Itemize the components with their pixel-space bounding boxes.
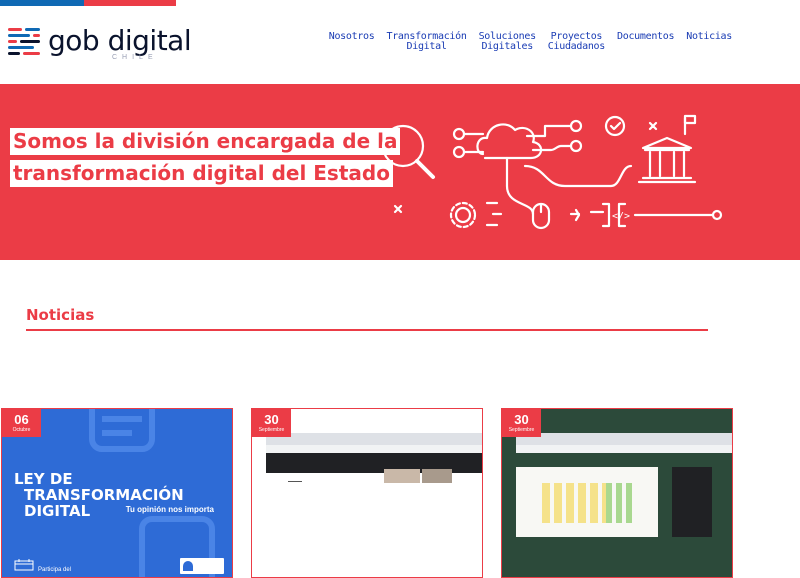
logo-icon <box>8 26 40 56</box>
news-image-footer: Participa del <box>38 567 72 573</box>
digital-transformation-illustration: </> <box>381 114 723 230</box>
hero-line-2: transformación digital del Estado <box>10 160 393 187</box>
site-header: gob digital CHILE Nosotros Transformació… <box>0 6 800 84</box>
date-badge: 30 Septiembre <box>502 409 541 437</box>
nav-noticias[interactable]: Noticias <box>686 32 732 42</box>
news-card-3[interactable]: 30 Septiembre <box>501 408 733 578</box>
ministry-logo <box>180 558 224 574</box>
news-image-subtitle: Tu opinión nos importa <box>125 505 214 514</box>
nav-proyectos-ciudadanos[interactable]: Proyectos Ciudadanos <box>548 32 606 52</box>
hero-line-1: Somos la división encargada de la <box>10 128 401 155</box>
nav-documentos[interactable]: Documentos <box>617 32 675 42</box>
date-badge: 06 Octubre <box>2 409 41 437</box>
calendar-icon <box>14 559 34 571</box>
logo-wordmark: gob digital <box>48 24 192 57</box>
hero-banner: Somos la división encargada de la transf… <box>0 84 800 260</box>
logo-link[interactable]: gob digital CHILE <box>8 24 192 61</box>
news-section-divider <box>26 329 708 331</box>
hero-heading: Somos la división encargada de la transf… <box>10 128 401 192</box>
news-card-1[interactable]: 06 Octubre LEY DE TRANSFORMACIÓN DIGITAL… <box>1 408 233 578</box>
news-section-title: Noticias <box>26 306 95 324</box>
nav-soluciones-digitales[interactable]: Soluciones Digitales <box>479 32 537 52</box>
main-nav: Nosotros Transformación Digital Solucione… <box>329 32 733 52</box>
date-badge: 30 Septiembre <box>252 409 291 437</box>
news-card-2[interactable]: 30 Septiembre <box>251 408 483 578</box>
svg-text:</>: </> <box>612 211 630 222</box>
logo-subtitle: CHILE <box>112 54 158 61</box>
nav-nosotros[interactable]: Nosotros <box>329 32 375 42</box>
nav-transformacion-digital[interactable]: Transformación Digital <box>386 32 466 52</box>
